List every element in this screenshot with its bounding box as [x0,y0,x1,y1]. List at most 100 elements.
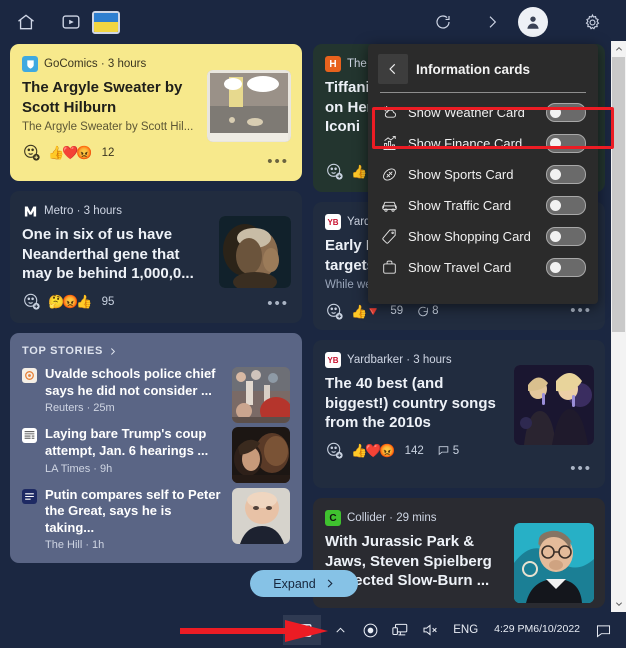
source-logo-icon: YB [325,214,341,230]
travel-card-toggle[interactable] [546,258,586,277]
card-source-label: The [347,58,367,70]
home-icon[interactable] [12,8,40,36]
travel-suitcase-icon [380,259,399,276]
top-story-item[interactable]: Laying bare Trump's coup attempt, Jan. 6… [22,426,290,484]
card-reactions-row: 👍 [325,160,367,182]
sports-ball-icon [380,166,399,183]
reaction-emojis[interactable]: 👍❤️😡 [351,444,396,457]
feed-card-metro[interactable]: Metro · 3 hours One in six of us have Ne… [10,191,302,323]
gear-icon[interactable] [578,8,606,36]
chevron-right-icon [111,347,116,355]
top-story-source: LA Times · 9h [45,462,113,475]
add-reaction-icon[interactable] [325,302,344,321]
card-headline: The 40 best (and biggest!) country songs… [325,375,496,431]
top-story-item[interactable]: Uvalde schools police chief says he did … [22,366,290,423]
card-subtext: The Argyle Sweater by Scott Hil... [22,121,194,133]
top-stories-panel: TOP STORIES Uvalde schools police chief … [10,333,302,564]
refresh-icon[interactable] [429,8,457,36]
feed-card-yardbarker-country[interactable]: YB Yardbarker · 3 hours The 40 best (and… [313,340,605,488]
toggle-label: Show Traffic Card [408,198,512,213]
comment-count-group[interactable]: 8 [416,305,439,318]
card-source-label: Metro · 3 hours [44,205,122,217]
toggle-row-weather[interactable]: Show Weather Card [368,97,598,128]
top-story-item[interactable]: Putin compares self to Peter the Great, … [22,486,290,552]
add-reaction-icon[interactable] [22,143,41,162]
card-source-label: Yard [347,216,371,228]
comment-count-group[interactable]: 5 [437,444,459,457]
language-indicator[interactable]: ENG [445,624,486,636]
record-circle-icon[interactable] [355,615,385,645]
flyout-divider [380,92,586,93]
toggle-row-traffic[interactable]: Show Traffic Card [368,190,598,221]
feed-card-gocomics[interactable]: GoComics · 3 hours The Argyle Sweater by… [10,44,302,181]
reaction-emojis[interactable]: 👍 [351,165,367,178]
clock-time: 4:29 PM [494,623,534,636]
source-logo-icon [22,203,38,219]
system-tray: ENG 4:29 PM 6/10/2022 [325,615,626,645]
toggle-label: Show Shopping Card [408,229,531,244]
add-reaction-icon[interactable] [325,162,344,181]
feed-top-bar [0,0,626,44]
finance-chart-icon [380,135,399,152]
top-story-title: Putin compares self to Peter the Great, … [45,486,221,535]
toggle-label: Show Finance Card [408,136,523,151]
scrollbar-down-arrow[interactable] [611,596,626,612]
reaction-emojis[interactable]: 👍❤️😡 [48,146,93,159]
top-stories-header[interactable]: TOP STORIES [22,345,290,357]
reaction-emojis[interactable]: 👍🔻 [351,305,381,318]
reaction-count: 142 [404,444,424,457]
source-logo-icon: YB [325,352,341,368]
shopping-tag-icon [380,228,399,245]
reaction-count: 59 [390,305,404,317]
card-headline: One in six of us have Neanderthal gene t… [22,226,194,282]
weather-card-toggle[interactable] [546,103,586,122]
weather-cloud-sun-icon [380,104,399,121]
traffic-card-toggle[interactable] [546,196,586,215]
finance-card-toggle[interactable] [546,134,586,153]
add-reaction-icon[interactable] [325,441,344,460]
toggle-row-finance[interactable]: Show Finance Card [368,128,598,159]
sports-card-toggle[interactable] [546,165,586,184]
expand-button[interactable]: Expand [250,570,358,597]
toggle-label: Show Sports Card [408,167,514,182]
traffic-car-icon [380,197,399,214]
scrollbar-thumb[interactable] [612,57,625,332]
video-play-icon[interactable] [57,8,85,36]
network-monitor-icon[interactable] [385,615,415,645]
top-story-title: Laying bare Trump's coup attempt, Jan. 6… [45,426,209,458]
card-more-options[interactable]: ••• [570,303,592,318]
ukraine-flag-icon[interactable] [92,8,120,36]
card-more-options[interactable]: ••• [570,461,592,476]
clock[interactable]: 4:29 PM 6/10/2022 [486,623,588,636]
notification-chat-icon[interactable] [588,615,618,645]
card-thumbnail-neanderthal [219,216,291,288]
card-more-options[interactable]: ••• [267,154,289,169]
card-thumbnail-comic [207,70,291,142]
source-logo-icon: H [325,56,341,72]
scrollbar-up-arrow[interactable] [611,41,626,57]
chevron-right-icon [327,579,333,588]
toggle-row-travel[interactable]: Show Travel Card [368,252,598,283]
user-avatar[interactable] [518,7,548,37]
volume-muted-icon[interactable] [415,615,445,645]
chevron-right-icon[interactable] [478,8,506,36]
toggle-row-shopping[interactable]: Show Shopping Card [368,221,598,252]
card-more-options[interactable]: ••• [267,296,289,311]
toggle-row-sports[interactable]: Show Sports Card [368,159,598,190]
news-and-interests-flyout: GoComics · 3 hours The Argyle Sweater by… [0,0,626,648]
feed-scrollbar[interactable] [611,41,626,612]
expand-label: Expand [273,576,316,591]
add-reaction-icon[interactable] [22,292,41,311]
shopping-card-toggle[interactable] [546,227,586,246]
comment-icon [418,306,428,316]
flyout-header: Information cards [368,44,598,84]
toggle-label: Show Travel Card [408,260,512,275]
top-story-source: The Hill · 1h [45,539,105,552]
card-source-label: GoComics · 3 hours [44,58,147,70]
reaction-emojis[interactable]: 🤔😡👍 [48,295,93,308]
chevron-left-icon[interactable] [378,54,408,84]
card-source-label: Collider · 29 mins [347,512,437,524]
feed-card-collider[interactable]: C Collider · 29 mins With Jurassic Park … [313,498,605,608]
comment-count: 8 [432,305,439,317]
clock-date: 6/10/2022 [533,623,580,636]
